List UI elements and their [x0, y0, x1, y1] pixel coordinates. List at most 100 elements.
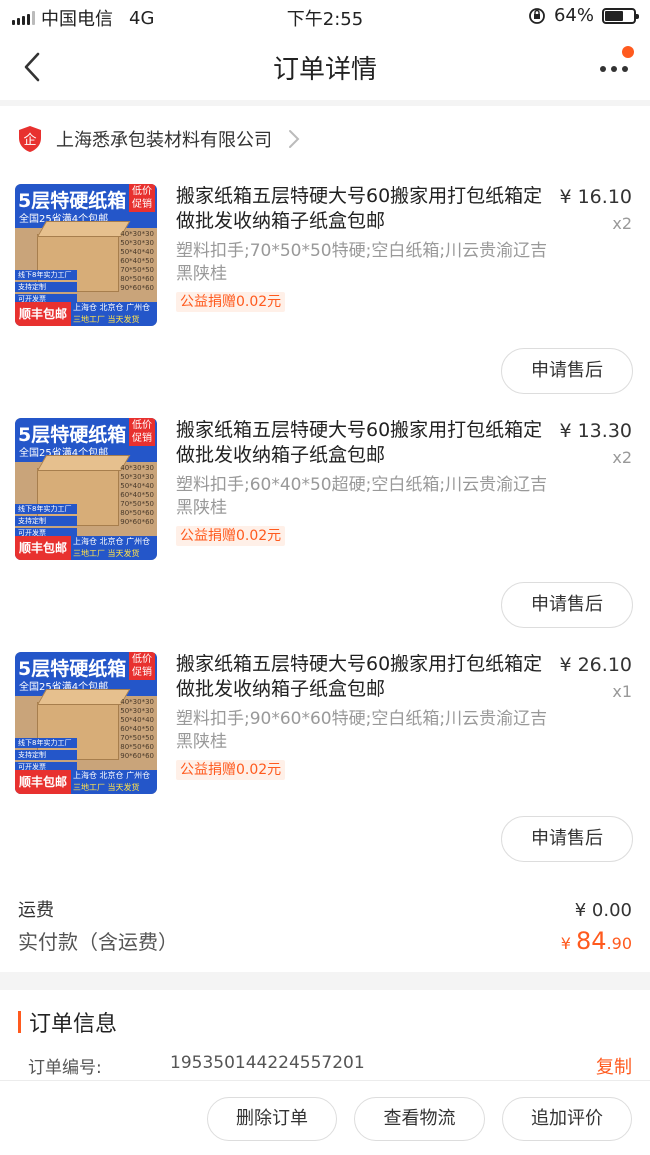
order-info-section: 订单信息 订单编号: 195350144224557201 复制: [0, 990, 650, 1080]
product-price: ¥ 16.10: [559, 186, 632, 208]
thumb-size: 40*30*30: [120, 698, 154, 706]
copy-button[interactable]: 复制: [596, 1053, 632, 1079]
order-item[interactable]: 5层特硬纸箱 低价促销 全国25省满4个包邮 40*30*30 50*30*30 5…: [0, 184, 650, 418]
charity-donation-badge: 公益捐赠0.02元: [176, 760, 286, 780]
thumb-factory: 三地工厂 当天发货: [73, 315, 140, 324]
total-currency: ¥: [560, 934, 576, 953]
thumb-size: 80*50*60: [120, 275, 154, 283]
product-quantity: x2: [612, 214, 632, 233]
thumb-warehouses: 上海仓 北京仓 广州仓: [73, 303, 151, 312]
status-bar: 中国电信 4G 下午2:55 64%: [0, 0, 650, 34]
battery-percent: 64%: [553, 5, 594, 26]
product-name[interactable]: 搬家纸箱五层特硬大号60搬家用打包纸箱定做批发收纳箱子纸盒包邮: [176, 652, 546, 702]
bottom-action-bar: 删除订单 查看物流 追加评价: [0, 1080, 650, 1155]
product-thumbnail[interactable]: 5层特硬纸箱 低价促销 全国25省满4个包邮 40*30*30 50*30*30 5…: [15, 652, 157, 794]
thumb-size: 50*40*40: [120, 248, 154, 256]
product-price: ¥ 13.30: [559, 420, 632, 442]
product-spec: 塑料扣手;90*60*60特硬;空白纸箱;川云贵渝辽吉黑陕桂: [176, 709, 548, 752]
thumb-factory: 三地工厂 当天发货: [73, 549, 140, 558]
charity-donation-badge: 公益捐赠0.02元: [176, 292, 286, 312]
shipping-row: 运费 ¥ 0.00: [18, 896, 632, 922]
thumb-headline: 5层特硬纸箱: [18, 424, 127, 446]
thumb-side-tag: 支持定制: [15, 750, 77, 760]
thumb-warehouses: 上海仓 北京仓 广州仓: [73, 771, 151, 780]
total-value: ¥ 84.90: [561, 927, 632, 955]
delete-order-button[interactable]: 删除订单: [207, 1097, 337, 1141]
more-dots-icon: [611, 66, 617, 72]
thumb-warehouses: 上海仓 北京仓 广州仓: [73, 537, 151, 546]
thumb-foot-left: 顺丰包邮: [15, 536, 71, 560]
thumb-sizes: 40*30*30 50*30*30 50*40*40 60*40*50 70*50*50…: [120, 698, 154, 761]
apply-after-sale-button[interactable]: 申请售后: [501, 582, 633, 628]
shop-link[interactable]: 企 上海悉承包装材料有限公司: [18, 124, 300, 154]
more-dots-icon: [622, 66, 628, 72]
product-name[interactable]: 搬家纸箱五层特硬大号60搬家用打包纸箱定做批发收纳箱子纸盒包邮: [176, 418, 546, 468]
add-review-button[interactable]: 追加评价: [502, 1097, 632, 1141]
product-thumbnail[interactable]: 5层特硬纸箱 低价促销 全国25省满4个包邮 40*30*30 50*30*30 5…: [15, 184, 157, 326]
thumb-headline: 5层特硬纸箱: [18, 658, 127, 680]
thumb-side-tags: 线下8年实力工厂 支持定制 可开发票: [15, 270, 77, 306]
more-dots-icon: [600, 66, 606, 72]
thumb-side-tag: 支持定制: [15, 516, 77, 526]
total-row: 实付款（含运费） ¥ 84.90: [18, 926, 632, 955]
thumb-side-tags: 线下8年实力工厂 支持定制 可开发票: [15, 738, 77, 774]
thumb-sizes: 40*30*30 50*30*30 50*40*40 60*40*50 70*50*50…: [120, 464, 154, 527]
shop-name: 上海悉承包装材料有限公司: [56, 130, 272, 151]
thumb-size: 50*40*40: [120, 716, 154, 724]
thumb-tag: 低价促销: [129, 652, 155, 680]
product-quantity: x2: [612, 448, 632, 467]
more-menu-button[interactable]: [596, 46, 634, 84]
thumb-size: 70*50*50: [120, 734, 154, 742]
order-number-row: 订单编号: 195350144224557201 复制: [28, 1053, 632, 1078]
page-title: 订单详情: [272, 55, 377, 85]
order-item[interactable]: 5层特硬纸箱 低价促销 全国25省满4个包邮 40*30*30 50*30*30 5…: [0, 418, 650, 652]
thumb-size: 40*30*30: [120, 464, 154, 472]
section-accent-bar: [18, 1011, 21, 1033]
thumb-size: 80*50*60: [120, 743, 154, 751]
thumb-size: 60*40*50: [120, 725, 154, 733]
thumb-size: 60*40*50: [120, 491, 154, 499]
total-integer: 84: [576, 927, 607, 955]
thumb-tag: 低价促销: [129, 184, 155, 212]
total-decimal: .90: [606, 934, 632, 953]
thumb-size: 70*50*50: [120, 266, 154, 274]
thumb-side-tag: 支持定制: [15, 282, 77, 292]
enterprise-shield-icon: 企: [19, 126, 41, 152]
order-number: 195350144224557201: [170, 1053, 365, 1073]
thumb-size: 50*30*30: [120, 707, 154, 715]
order-number-label: 订单编号:: [28, 1058, 102, 1078]
total-label: 实付款（含运费）: [18, 930, 178, 954]
product-spec: 塑料扣手;60*40*50超硬;空白纸箱;川云贵渝辽吉黑陕桂: [176, 475, 548, 518]
apply-after-sale-button[interactable]: 申请售后: [501, 348, 633, 394]
product-name[interactable]: 搬家纸箱五层特硬大号60搬家用打包纸箱定做批发收纳箱子纸盒包邮: [176, 184, 546, 234]
navigation-bar: 订单详情: [0, 34, 650, 100]
apply-after-sale-button[interactable]: 申请售后: [501, 816, 633, 862]
view-logistics-button[interactable]: 查看物流: [354, 1097, 485, 1141]
chevron-right-icon: [289, 130, 300, 148]
thumb-size: 40*30*30: [120, 230, 154, 238]
thumb-factory: 三地工厂 当天发货: [73, 783, 140, 792]
order-card: 企 上海悉承包装材料有限公司 5层特硬纸箱 低价促销 全国25省满4个包邮 40…: [0, 106, 650, 972]
orientation-lock-icon: [529, 7, 545, 24]
thumb-side-tags: 线下8年实力工厂 支持定制 可开发票: [15, 504, 77, 540]
thumb-size: 50*30*30: [120, 239, 154, 247]
thumb-size: 90*60*60: [120, 518, 154, 526]
thumb-size: 90*60*60: [120, 284, 154, 292]
order-info-title: 订单信息: [29, 1012, 118, 1037]
product-quantity: x1: [612, 682, 632, 701]
thumb-side-tag: 线下8年实力工厂: [15, 504, 77, 514]
thumb-side-tag: 线下8年实力工厂: [15, 738, 77, 748]
thumb-size: 50*40*40: [120, 482, 154, 490]
product-spec: 塑料扣手;70*50*50特硬;空白纸箱;川云贵渝辽吉黑陕桂: [176, 241, 548, 284]
thumb-size: 60*40*50: [120, 257, 154, 265]
shop-icon-char: 企: [23, 132, 36, 148]
thumb-size: 90*60*60: [120, 752, 154, 760]
notification-badge: [622, 46, 634, 58]
order-item[interactable]: 5层特硬纸箱 低价促销 全国25省满4个包邮 40*30*30 50*30*30 5…: [0, 652, 650, 886]
thumb-size: 50*30*30: [120, 473, 154, 481]
thumb-foot-left: 顺丰包邮: [15, 770, 71, 794]
shipping-label: 运费: [18, 900, 54, 921]
shipping-value: ¥ 0.00: [574, 900, 632, 921]
thumb-tag: 低价促销: [129, 418, 155, 446]
product-thumbnail[interactable]: 5层特硬纸箱 低价促销 全国25省满4个包邮 40*30*30 50*30*30 5…: [15, 418, 157, 560]
